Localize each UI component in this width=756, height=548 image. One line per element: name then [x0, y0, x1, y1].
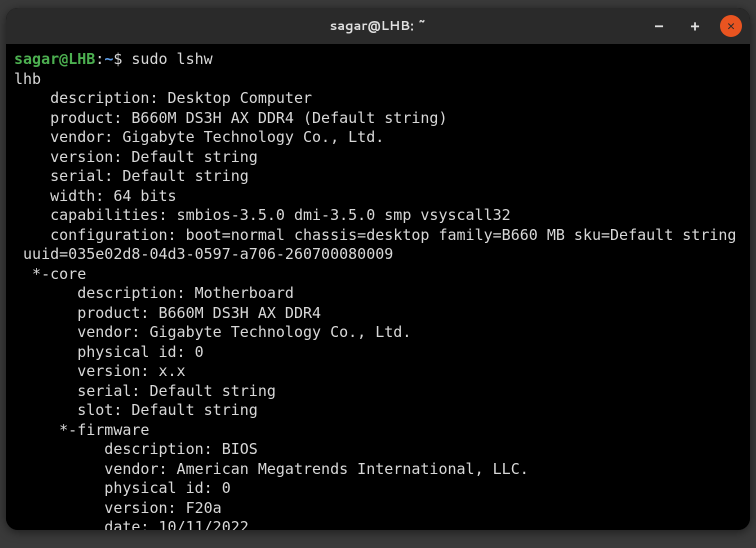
prompt-at: @ [59, 50, 68, 68]
output-line: product: B660M DS3H AX DDR4 [14, 304, 321, 322]
close-button[interactable]: ✕ [720, 15, 742, 37]
minimize-button[interactable]: − [648, 15, 670, 37]
output-line: description: BIOS [14, 440, 258, 458]
window-controls: − + ✕ [648, 15, 742, 37]
output-line: description: Motherboard [14, 284, 294, 302]
output-line: *-firmware [14, 421, 149, 439]
prompt-colon: : [95, 50, 104, 68]
output-line: width: 64 bits [14, 187, 177, 205]
terminal-body[interactable]: sagar@LHB:~$ sudo lshw lhb description: … [6, 44, 750, 530]
output-line: vendor: Gigabyte Technology Co., Ltd. [14, 128, 384, 146]
output-line: lhb [14, 70, 41, 88]
window-title: sagar@LHB: ~ [330, 17, 427, 35]
output-line: configuration: boot=normal chassis=deskt… [14, 226, 736, 244]
output-line: product: B660M DS3H AX DDR4 (Default str… [14, 109, 447, 127]
prompt-path: ~ [104, 50, 113, 68]
prompt-host: LHB [68, 50, 95, 68]
output-line: physical id: 0 [14, 343, 204, 361]
command-text: sudo lshw [131, 50, 212, 68]
titlebar: sagar@LHB: ~ − + ✕ [6, 8, 750, 44]
maximize-button[interactable]: + [684, 15, 706, 37]
minimize-icon: − [654, 19, 663, 34]
output-line: *-core [14, 265, 86, 283]
output-line: version: F20a [14, 499, 222, 517]
output-line: physical id: 0 [14, 479, 231, 497]
terminal-window: sagar@LHB: ~ − + ✕ sagar@LHB:~$ sudo lsh… [6, 8, 750, 530]
output-line: vendor: Gigabyte Technology Co., Ltd. [14, 323, 411, 341]
output-line: slot: Default string [14, 401, 258, 419]
maximize-icon: + [690, 19, 699, 34]
close-icon: ✕ [727, 20, 735, 33]
prompt-user: sagar [14, 50, 59, 68]
output-line: version: Default string [14, 148, 258, 166]
output-line: serial: Default string [14, 167, 249, 185]
output-line: capabilities: smbios-3.5.0 dmi-3.5.0 smp… [14, 206, 511, 224]
output-line: serial: Default string [14, 382, 276, 400]
prompt-dollar: $ [113, 50, 122, 68]
output-line: description: Desktop Computer [14, 89, 312, 107]
output-line: vendor: American Megatrends Internationa… [14, 460, 529, 478]
output-line: date: 10/11/2022 [14, 518, 249, 530]
output-line: version: x.x [14, 362, 186, 380]
output-line: uuid=035e02d8-04d3-0597-a706-26070008000… [14, 245, 393, 263]
